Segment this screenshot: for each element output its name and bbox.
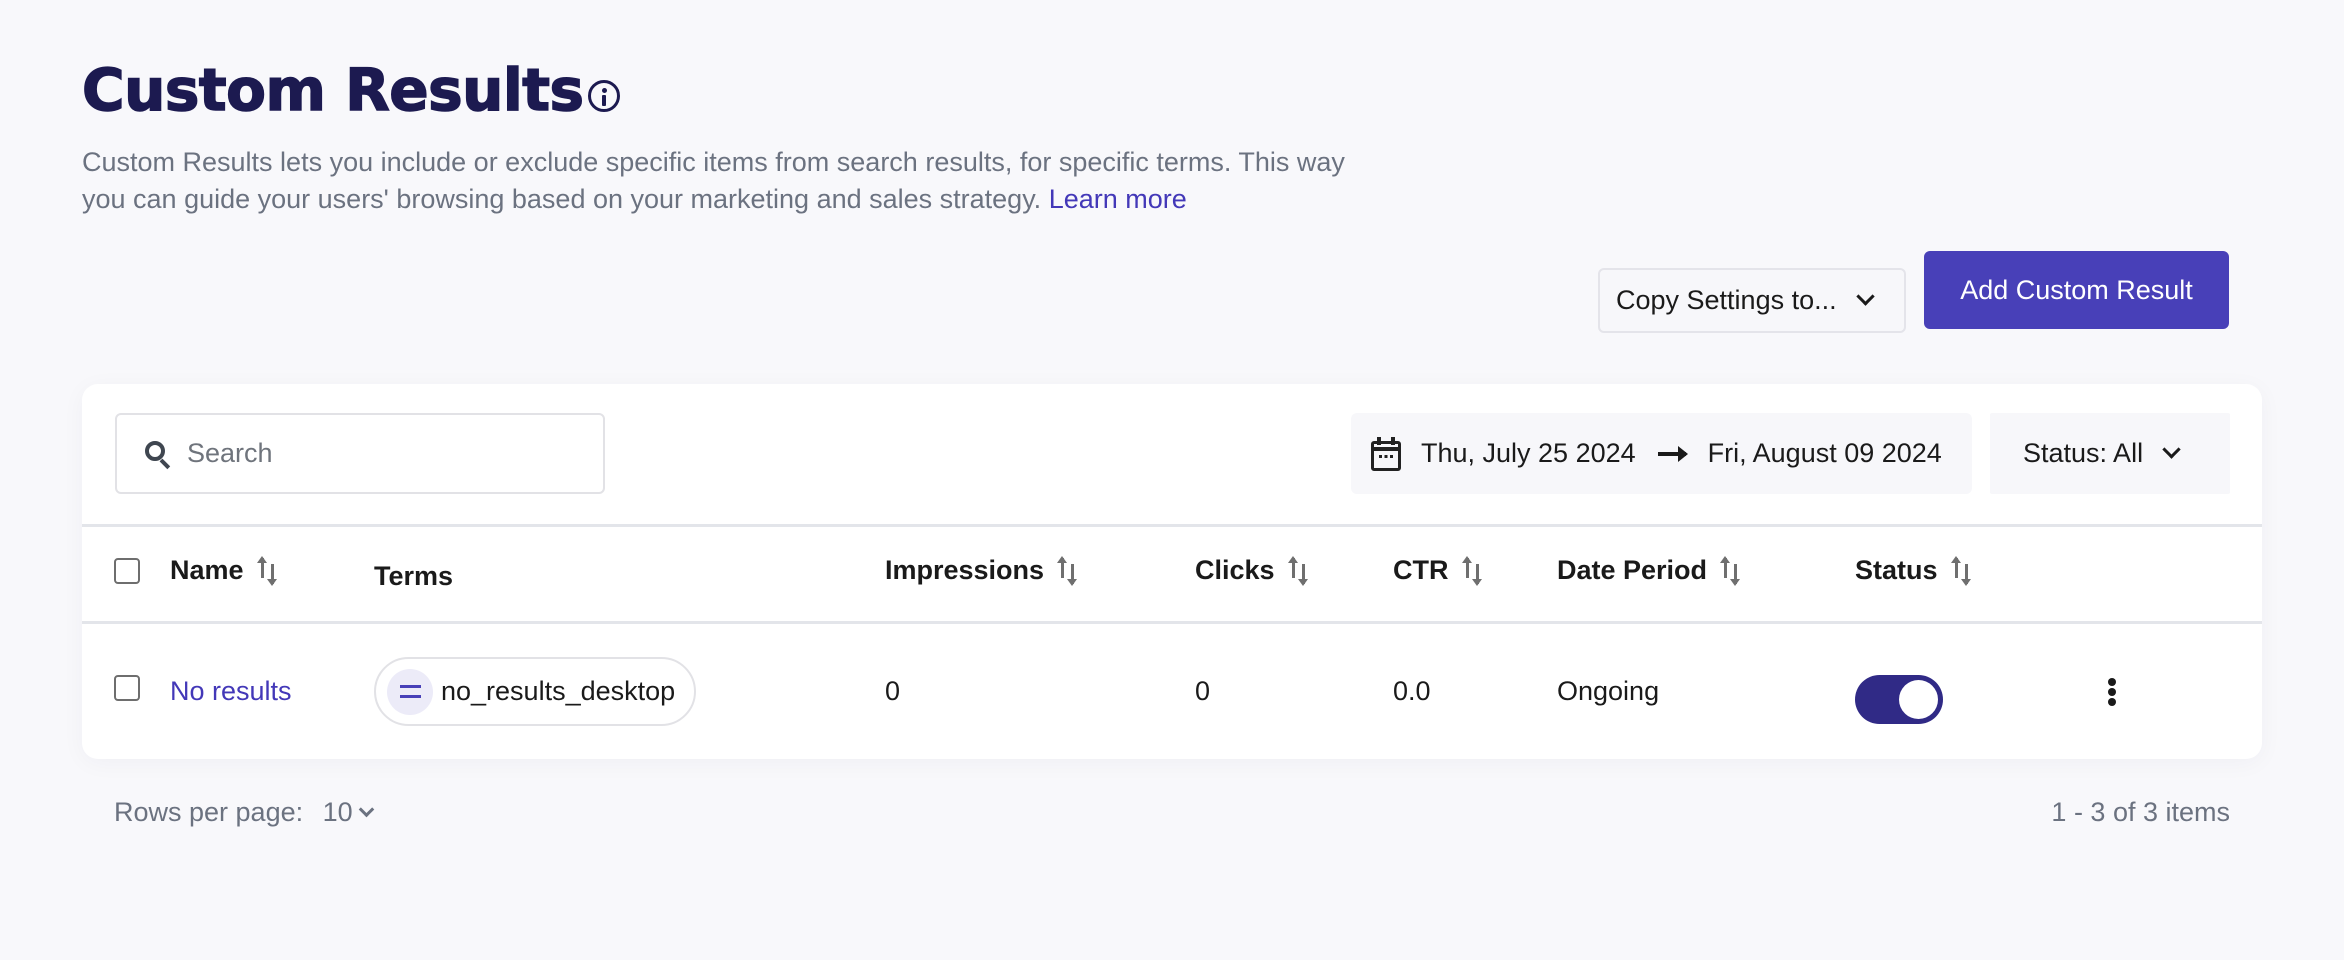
chevron-down-icon [358, 801, 374, 818]
page-title: Custom Results [81, 55, 585, 125]
rows-per-page-select[interactable]: 10 [322, 797, 374, 828]
column-header-terms: Terms [374, 558, 453, 594]
copy-settings-dropdown[interactable]: Copy Settings to... [1598, 268, 1906, 333]
sort-icon[interactable] [1057, 555, 1082, 586]
date-range-picker[interactable]: Thu, July 25 2024 Fri, August 09 2024 [1351, 413, 1972, 494]
equals-icon [387, 668, 433, 715]
column-header-impressions[interactable]: Impressions [885, 555, 1082, 586]
sort-icon[interactable] [1287, 555, 1313, 586]
row-name-link[interactable]: No results [170, 676, 292, 707]
search-field[interactable] [115, 413, 605, 494]
status-filter-label: Status: All [2023, 438, 2144, 468]
chevron-down-icon [2162, 440, 2181, 459]
date-start: Thu, July 25 2024 [1421, 438, 1636, 468]
row-impressions: 0 [885, 676, 901, 706]
row-clicks: 0 [1195, 676, 1211, 706]
table-top-divider [82, 524, 2262, 527]
learn-more-link[interactable]: Learn more [1049, 184, 1187, 214]
search-icon [143, 439, 173, 469]
pagination-range: 1 - 3 of 3 items [2051, 797, 2230, 827]
rows-per-page: Rows per page: 10 [114, 797, 374, 828]
chevron-down-icon [1855, 287, 1875, 306]
copy-settings-label: Copy Settings to... [1616, 285, 1837, 315]
date-end: Fri, August 09 2024 [1707, 438, 1942, 468]
column-header-ctr[interactable]: CTR [1393, 555, 1487, 586]
column-header-date-period[interactable]: Date Period [1557, 555, 1745, 586]
sort-icon[interactable] [256, 555, 282, 586]
add-custom-result-button[interactable]: Add Custom Result [1924, 251, 2229, 329]
page-description: Custom Results lets you include or exclu… [82, 144, 1382, 218]
column-header-status[interactable]: Status [1855, 555, 1976, 586]
column-terms-label: Terms [374, 560, 454, 591]
sort-icon[interactable] [1720, 555, 1745, 586]
column-ctr-label: CTR [1393, 555, 1449, 585]
rows-per-page-value: 10 [322, 797, 353, 827]
select-all-checkbox[interactable] [114, 558, 140, 584]
column-status-label: Status [1855, 555, 1938, 585]
toggle-knob [1899, 680, 1938, 719]
calendar-icon [1371, 436, 1401, 471]
arrow-right-icon [1657, 445, 1688, 462]
more-options-icon[interactable] [2102, 674, 2122, 710]
row-date-period: Ongoing [1557, 676, 1660, 706]
column-clicks-label: Clicks [1195, 555, 1275, 585]
status-toggle[interactable] [1855, 675, 1943, 724]
column-header-name[interactable]: Name [170, 555, 282, 586]
column-impressions-label: Impressions [885, 555, 1045, 585]
term-text: no_results_desktop [441, 676, 676, 706]
sort-icon[interactable] [1950, 555, 1976, 586]
term-chip: no_results_desktop [374, 657, 696, 726]
column-date-period-label: Date Period [1557, 555, 1708, 585]
row-ctr: 0.0 [1393, 676, 1431, 706]
column-header-clicks[interactable]: Clicks [1195, 555, 1313, 586]
info-icon[interactable] [588, 80, 620, 112]
row-checkbox[interactable] [114, 675, 140, 701]
rows-per-page-label: Rows per page: [114, 797, 304, 827]
sort-icon[interactable] [1461, 555, 1487, 586]
table-header-divider [82, 621, 2262, 624]
search-input[interactable] [187, 438, 587, 469]
column-name-label: Name [170, 555, 244, 585]
status-filter-dropdown[interactable]: Status: All [1990, 413, 2230, 494]
